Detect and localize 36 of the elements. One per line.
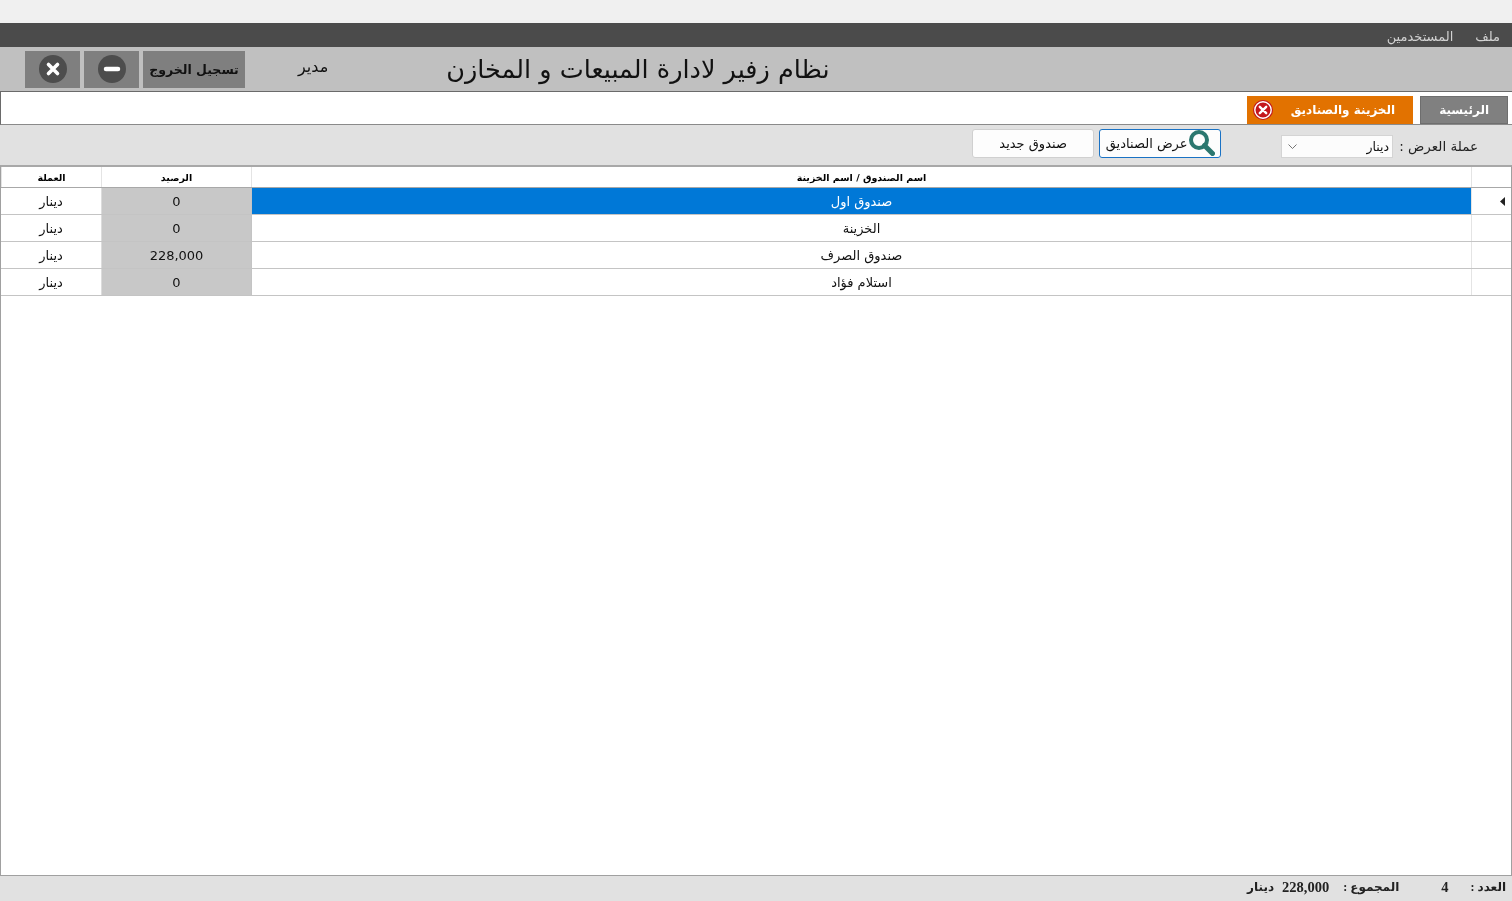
tab[interactable]: الخزينة والصناديق <box>1246 96 1414 124</box>
table-cell: صندوق اول <box>251 188 1471 214</box>
close-icon <box>38 55 67 83</box>
table-cell: 0 <box>101 269 251 295</box>
table-cell-text: دينار <box>37 246 64 265</box>
currency-dropdown[interactable]: دينار <box>1281 134 1394 158</box>
total-label: المجموع : <box>1343 880 1400 895</box>
chevron-down-icon <box>1288 143 1298 149</box>
new-box-button[interactable]: صندوق جديد <box>972 128 1095 158</box>
column-header: الرصيد <box>101 167 251 187</box>
app-title: نظام زفير لادارة المبيعات و المخازن <box>446 54 830 84</box>
total-value: 228,000 <box>1282 879 1330 896</box>
triangle-icon <box>1500 196 1505 206</box>
table-cell: 0 <box>101 215 251 241</box>
minimize-icon <box>97 55 126 83</box>
table-cell-text: دينار <box>37 273 64 292</box>
close-button[interactable] <box>25 50 80 88</box>
total-currency: دينار <box>1247 880 1275 895</box>
menu-item[interactable]: ملف <box>1475 26 1500 44</box>
table-cell-text: دينار <box>37 219 64 238</box>
column-header: اسم الصندوق / اسم الخزينة <box>251 167 1471 187</box>
show-boxes-button[interactable]: عرض الصناديق <box>1099 128 1222 158</box>
count-value: 4 <box>1441 879 1449 896</box>
search-icon <box>1188 130 1215 156</box>
minimize-button[interactable] <box>84 50 139 88</box>
column-header: العملة <box>1 167 101 187</box>
table-cell: 0 <box>101 188 251 214</box>
currency-label: عملة العرض : <box>1399 138 1478 154</box>
table-cell: 228,000 <box>101 242 251 268</box>
close-icon[interactable] <box>1252 100 1273 120</box>
menu-item[interactable]: المستخدمين <box>1386 26 1454 44</box>
tab[interactable]: الرئيسية <box>1420 96 1508 124</box>
table-cell-text: دينار <box>37 192 64 211</box>
count-label: العدد : <box>1470 880 1506 895</box>
logout-button[interactable]: تسجيل الخروج <box>143 50 245 88</box>
user-role-label: مدير <box>298 56 329 76</box>
